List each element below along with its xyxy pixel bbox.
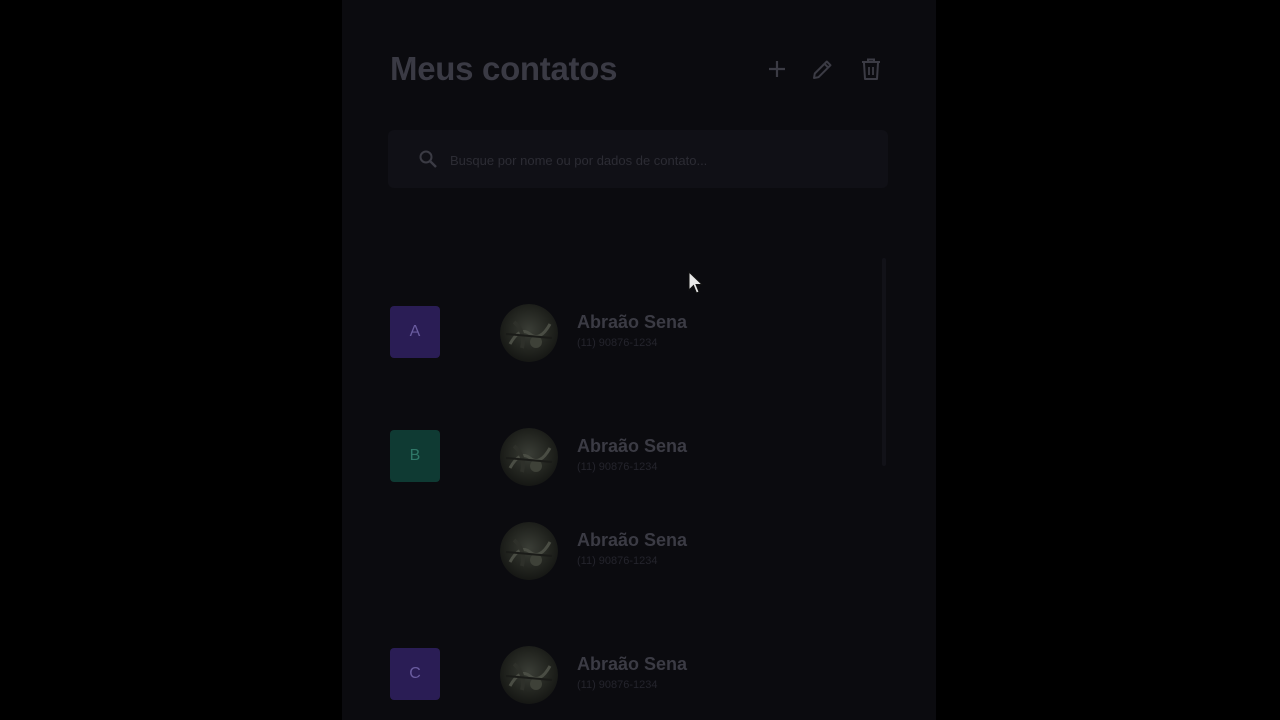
edit-contact-button[interactable] bbox=[808, 54, 838, 84]
search-icon bbox=[419, 150, 437, 168]
delete-contact-button[interactable] bbox=[856, 54, 886, 84]
mouse-cursor-icon bbox=[688, 271, 704, 294]
contact-phone: (11) 90876-1234 bbox=[577, 337, 658, 349]
contact-name: Abraão Sena bbox=[577, 530, 688, 550]
trash-icon bbox=[862, 58, 880, 80]
contact-item[interactable]: Abraão Sena (11) 90876-1234 bbox=[500, 304, 840, 364]
contact-item[interactable]: Abraão Sena (11) 90876-1234 bbox=[500, 646, 840, 706]
contact-item[interactable]: Abraão Sena (11) 90876-1234 bbox=[500, 428, 840, 488]
add-contact-button[interactable] bbox=[762, 54, 792, 84]
search-bar bbox=[388, 130, 888, 188]
letter-badge-b: B bbox=[390, 430, 440, 482]
header: Meus contatos bbox=[390, 48, 890, 92]
letter-badge-a: A bbox=[390, 306, 440, 358]
contact-item[interactable]: Abraão Sena (11) 90876-1234 bbox=[500, 522, 840, 582]
contact-name: Abraão Sena bbox=[577, 436, 688, 456]
avatar bbox=[500, 428, 558, 486]
avatar bbox=[500, 304, 558, 362]
contact-phone: (11) 90876-1234 bbox=[577, 461, 658, 473]
plus-icon bbox=[769, 61, 785, 77]
search-input[interactable] bbox=[448, 146, 872, 174]
contact-phone: (11) 90876-1234 bbox=[577, 555, 658, 567]
pencil-icon bbox=[813, 60, 832, 79]
avatar bbox=[500, 522, 558, 580]
contact-name: Abraão Sena bbox=[577, 312, 688, 332]
contact-name: Abraão Sena bbox=[577, 654, 688, 674]
letter-badge-c: C bbox=[390, 648, 440, 700]
contacts-app: Meus contatos AA bbox=[342, 0, 936, 720]
avatar bbox=[500, 646, 558, 704]
contact-phone: (11) 90876-1234 bbox=[577, 679, 658, 691]
page-title: Meus contatos bbox=[390, 50, 618, 87]
contact-list-scrollbar[interactable] bbox=[882, 258, 886, 466]
